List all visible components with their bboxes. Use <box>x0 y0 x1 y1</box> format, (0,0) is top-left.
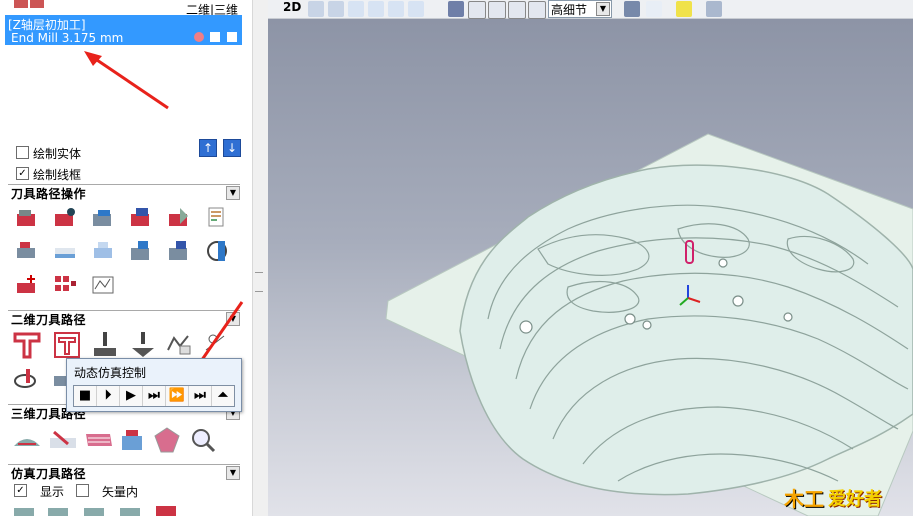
next-button[interactable]: ⏭ <box>143 386 166 406</box>
profile-3d-icon[interactable] <box>152 426 182 454</box>
play-button[interactable]: ▶ <box>120 386 143 406</box>
fast-forward-button[interactable]: ⏩ <box>166 386 189 406</box>
sim-icons-row[interactable] <box>14 502 184 516</box>
zoom-fit-icon[interactable] <box>388 1 404 17</box>
axis-icon[interactable] <box>646 1 662 17</box>
array-copy-icon[interactable] <box>52 272 78 298</box>
section-sim-toolpaths[interactable]: 仿真刀具路径 ▼ <box>8 464 240 481</box>
toolpath-color-dot[interactable] <box>194 32 204 42</box>
sim-vector-checkbox[interactable] <box>76 484 89 497</box>
left-view-icon[interactable] <box>528 1 546 19</box>
profile-toolpath-icon[interactable] <box>12 330 42 360</box>
skip-to-end-button[interactable]: ⏭ <box>189 386 212 406</box>
left-panel-scrollbar[interactable] <box>252 0 267 516</box>
viewport: 2D 高细节 ▼ 木工 爱好者 <box>268 0 913 516</box>
raster-toolpath-icon[interactable] <box>84 426 114 454</box>
detail-level-value: 高细节 <box>551 3 588 17</box>
simulation-control-popup: 动态仿真控制 ■ ⏵ ▶ ⏭ ⏩ ⏭ ⏶ <box>66 358 242 412</box>
sim-controls-bar: ■ ⏵ ▶ ⏭ ⏩ ⏭ ⏶ <box>73 385 235 407</box>
view-2d-button[interactable]: 2D <box>283 0 301 14</box>
toolpath-preview-sheet-icon[interactable] <box>90 272 116 298</box>
roughing-toolpath-icon[interactable] <box>12 426 42 454</box>
toolpath-info-icon[interactable] <box>52 205 78 231</box>
collapse-icon[interactable]: ▼ <box>226 186 240 200</box>
chevron-down-icon[interactable]: ▼ <box>596 2 610 16</box>
toolpath-template-icon[interactable] <box>14 238 40 264</box>
watermark-prefix: 木工 <box>784 487 824 511</box>
step-forward-button[interactable]: ⏵ <box>97 386 120 406</box>
wrap-toolpath-icon[interactable] <box>204 238 230 264</box>
toolpath-export-icon[interactable] <box>166 238 192 264</box>
toolpath-layer-icon[interactable] <box>90 205 116 231</box>
pan-icon[interactable] <box>328 1 344 17</box>
zoom-in-icon[interactable] <box>348 1 364 17</box>
left-panel: 二维|三维 [Z轴层初加工] End Mill 3.175 mm ↑ ↓ 绘制实… <box>0 0 252 516</box>
zoom-material-icon[interactable] <box>188 426 218 454</box>
annotation-arrow-top <box>84 51 169 110</box>
draw-solid-checkbox[interactable] <box>16 146 29 159</box>
carved-model <box>385 133 913 516</box>
draw-settings-icon[interactable] <box>706 1 722 17</box>
right-view-icon[interactable] <box>508 1 526 19</box>
fluting-toolpath-icon[interactable] <box>12 366 38 392</box>
rotate-view-icon[interactable] <box>308 1 324 17</box>
add-toolpath-icon[interactable] <box>14 272 40 298</box>
popup-title: 动态仿真控制 <box>74 366 147 380</box>
move-up-button[interactable]: ↑ <box>199 139 217 157</box>
toolpath-tool: End Mill 3.175 mm <box>11 31 124 45</box>
draw-wireframe-checkbox[interactable]: ✓ <box>16 167 29 180</box>
front-view-icon[interactable] <box>488 1 506 19</box>
zoom-box-icon[interactable] <box>408 1 424 17</box>
splitter-grip-icon[interactable] <box>255 272 263 292</box>
plane-view-icon[interactable] <box>624 1 640 17</box>
light-bulb-icon[interactable] <box>676 1 692 17</box>
finishing-toolpath-icon[interactable] <box>48 426 78 454</box>
stop-button[interactable]: ■ <box>74 386 97 406</box>
visualize-toolpath-icon[interactable] <box>166 205 192 231</box>
section-toolpath-ops[interactable]: 刀具路径操作 ▼ <box>8 184 240 201</box>
toolpath-visible-box[interactable] <box>210 32 220 42</box>
watermark-logo: 木工 爱好者 <box>784 481 908 511</box>
sim-show-label: 显示 <box>40 485 65 499</box>
drilling-toolpath-icon[interactable] <box>90 330 120 360</box>
detail-level-select[interactable]: 高细节 ▼ <box>548 0 612 18</box>
sim-vector-label: 矢量内 <box>102 485 139 499</box>
view-toolbar: 2D 高细节 ▼ <box>268 0 913 19</box>
material-setup-icon[interactable] <box>52 238 78 264</box>
draw-solid-label: 绘制实体 <box>33 147 82 161</box>
collapse-icon[interactable]: ▼ <box>226 466 240 480</box>
section-title: 刀具路径操作 <box>11 187 87 201</box>
merge-toolpath-icon[interactable] <box>128 205 154 231</box>
vcarve-toolpath-icon[interactable] <box>128 330 158 360</box>
iso-view-icon[interactable] <box>448 1 464 17</box>
section-title: 仿真刀具路径 <box>11 467 87 481</box>
toolpath-list-icon[interactable] <box>14 0 50 10</box>
toolpath-preview-box[interactable] <box>227 32 237 42</box>
save-toolpath-icon[interactable] <box>204 205 230 231</box>
toolpath-stack-icon[interactable] <box>128 238 154 264</box>
move-down-button[interactable]: ↓ <box>223 139 241 157</box>
toolpath-list-item[interactable]: [Z轴层初加工] End Mill 3.175 mm <box>5 15 242 45</box>
pocket-toolpath-icon[interactable] <box>52 330 82 360</box>
draw-wireframe-label: 绘制线框 <box>33 168 82 182</box>
sim-show-checkbox[interactable]: ✓ <box>14 484 27 497</box>
watermark-text: 爱好者 <box>828 489 882 510</box>
section-title: 二维刀具路径 <box>11 313 87 327</box>
eject-button[interactable]: ⏶ <box>212 386 234 406</box>
calculate-all-icon[interactable] <box>14 205 40 231</box>
zoom-out-icon[interactable] <box>368 1 384 17</box>
3d-view-canvas[interactable]: 木工 爱好者 <box>268 19 913 516</box>
job-material-icon[interactable] <box>90 238 116 264</box>
3d-cut-icon[interactable] <box>118 426 148 454</box>
top-view-icon[interactable] <box>468 1 486 19</box>
